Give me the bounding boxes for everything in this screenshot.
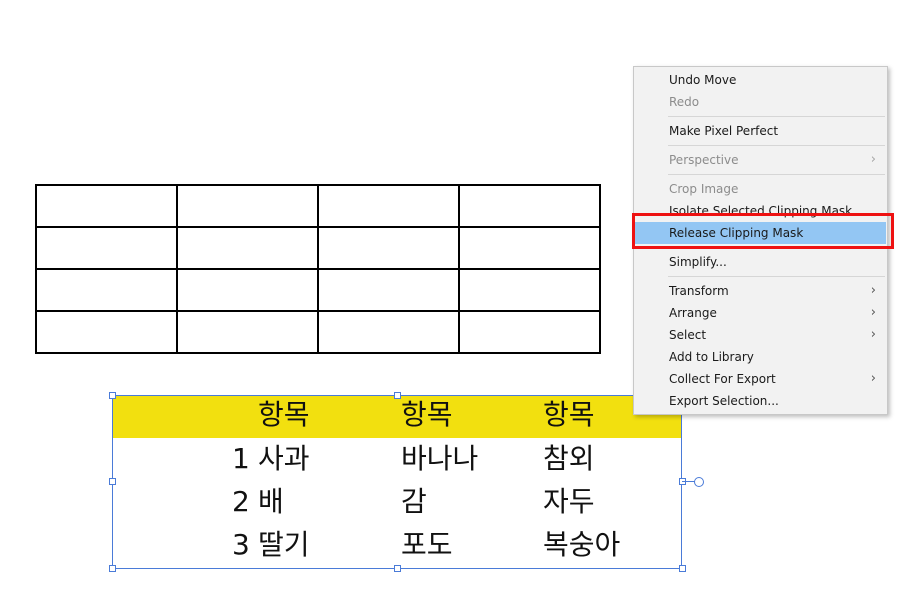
menu-item-label: Crop Image xyxy=(669,182,739,196)
grid-row xyxy=(35,268,601,312)
menu-item-arrange[interactable]: Arrange › xyxy=(635,302,886,324)
menu-item-add-to-library[interactable]: Add to Library xyxy=(635,346,886,368)
table-cell: 딸기 xyxy=(258,528,310,561)
menu-item-label: Perspective xyxy=(669,153,739,167)
row-number: 1 xyxy=(232,442,250,475)
grid-cell xyxy=(35,310,178,354)
menu-separator xyxy=(668,276,885,277)
header-cell: 항목 xyxy=(401,398,453,431)
menu-item-make-pixel-perfect[interactable]: Make Pixel Perfect xyxy=(635,120,886,142)
menu-item-label: Transform xyxy=(669,284,729,298)
annotation-highlight-box xyxy=(632,213,894,249)
menu-item-perspective[interactable]: Perspective › xyxy=(635,149,886,171)
grid-cell xyxy=(458,310,601,354)
resize-handle-left[interactable] xyxy=(109,478,116,485)
resize-handle-top[interactable] xyxy=(394,392,401,399)
menu-item-label: Make Pixel Perfect xyxy=(669,124,779,138)
menu-item-label: Redo xyxy=(669,95,700,109)
grid-cell xyxy=(458,184,601,228)
table-cell: 배 xyxy=(258,485,284,518)
row-number: 2 xyxy=(232,485,250,518)
chevron-right-icon: › xyxy=(870,371,876,386)
menu-item-undo-move[interactable]: Undo Move xyxy=(635,69,886,91)
chevron-right-icon: › xyxy=(870,305,876,320)
header-cell: 항목 xyxy=(258,398,310,431)
menu-item-label: Undo Move xyxy=(669,73,737,87)
resize-handle-bottom-left[interactable] xyxy=(109,565,116,572)
menu-item-label: Arrange xyxy=(669,306,717,320)
grid-row xyxy=(35,184,601,228)
text-out-port-handle[interactable] xyxy=(694,477,704,487)
grid-cell xyxy=(176,310,319,354)
header-cell: 항목 xyxy=(543,398,595,431)
grid-cell xyxy=(317,310,460,354)
menu-item-collect-for-export[interactable]: Collect For Export › xyxy=(635,368,886,390)
table-cell: 포도 xyxy=(401,528,453,561)
grid-cell xyxy=(35,268,178,312)
grid-cell xyxy=(176,268,319,312)
menu-item-crop-image[interactable]: Crop Image xyxy=(635,178,886,200)
grid-cell xyxy=(458,226,601,270)
grid-row xyxy=(35,310,601,354)
menu-item-label: Select xyxy=(669,328,707,342)
table-cell: 참외 xyxy=(543,442,595,475)
menu-item-label: Export Selection... xyxy=(669,394,779,408)
menu-item-export-selection[interactable]: Export Selection... xyxy=(635,390,886,412)
chevron-right-icon: › xyxy=(870,152,876,167)
empty-grid-table[interactable] xyxy=(35,184,601,354)
resize-handle-bottom-right[interactable] xyxy=(679,565,686,572)
menu-item-label: Collect For Export xyxy=(669,372,776,386)
menu-separator xyxy=(668,116,885,117)
artboard-canvas[interactable]: 항목 항목 항목 1 사과 바나나 참외 2 배 감 자두 3 딸기 포도 복숭… xyxy=(0,0,908,599)
menu-separator xyxy=(668,145,885,146)
grid-cell xyxy=(176,226,319,270)
menu-separator xyxy=(668,174,885,175)
table-cell: 복숭아 xyxy=(543,528,621,561)
table-cell: 바나나 xyxy=(401,442,479,475)
grid-cell xyxy=(176,184,319,228)
chevron-right-icon: › xyxy=(870,327,876,342)
grid-cell xyxy=(35,226,178,270)
grid-cell xyxy=(317,184,460,228)
resize-handle-bottom[interactable] xyxy=(394,565,401,572)
grid-row xyxy=(35,226,601,270)
menu-item-label: Add to Library xyxy=(669,350,754,364)
table-cell: 자두 xyxy=(543,485,595,518)
grid-cell xyxy=(317,226,460,270)
menu-item-transform[interactable]: Transform › xyxy=(635,280,886,302)
menu-item-redo[interactable]: Redo xyxy=(635,91,886,113)
row-number: 3 xyxy=(232,528,250,561)
selected-text-frame[interactable]: 항목 항목 항목 1 사과 바나나 참외 2 배 감 자두 3 딸기 포도 복숭… xyxy=(112,395,682,569)
menu-item-select[interactable]: Select › xyxy=(635,324,886,346)
resize-handle-top-left[interactable] xyxy=(109,392,116,399)
grid-cell xyxy=(35,184,178,228)
menu-item-label: Simplify... xyxy=(669,255,727,269)
chevron-right-icon: › xyxy=(870,283,876,298)
grid-cell xyxy=(458,268,601,312)
table-cell: 사과 xyxy=(258,442,310,475)
table-cell: 감 xyxy=(401,485,427,518)
menu-item-simplify[interactable]: Simplify... xyxy=(635,251,886,273)
grid-cell xyxy=(317,268,460,312)
